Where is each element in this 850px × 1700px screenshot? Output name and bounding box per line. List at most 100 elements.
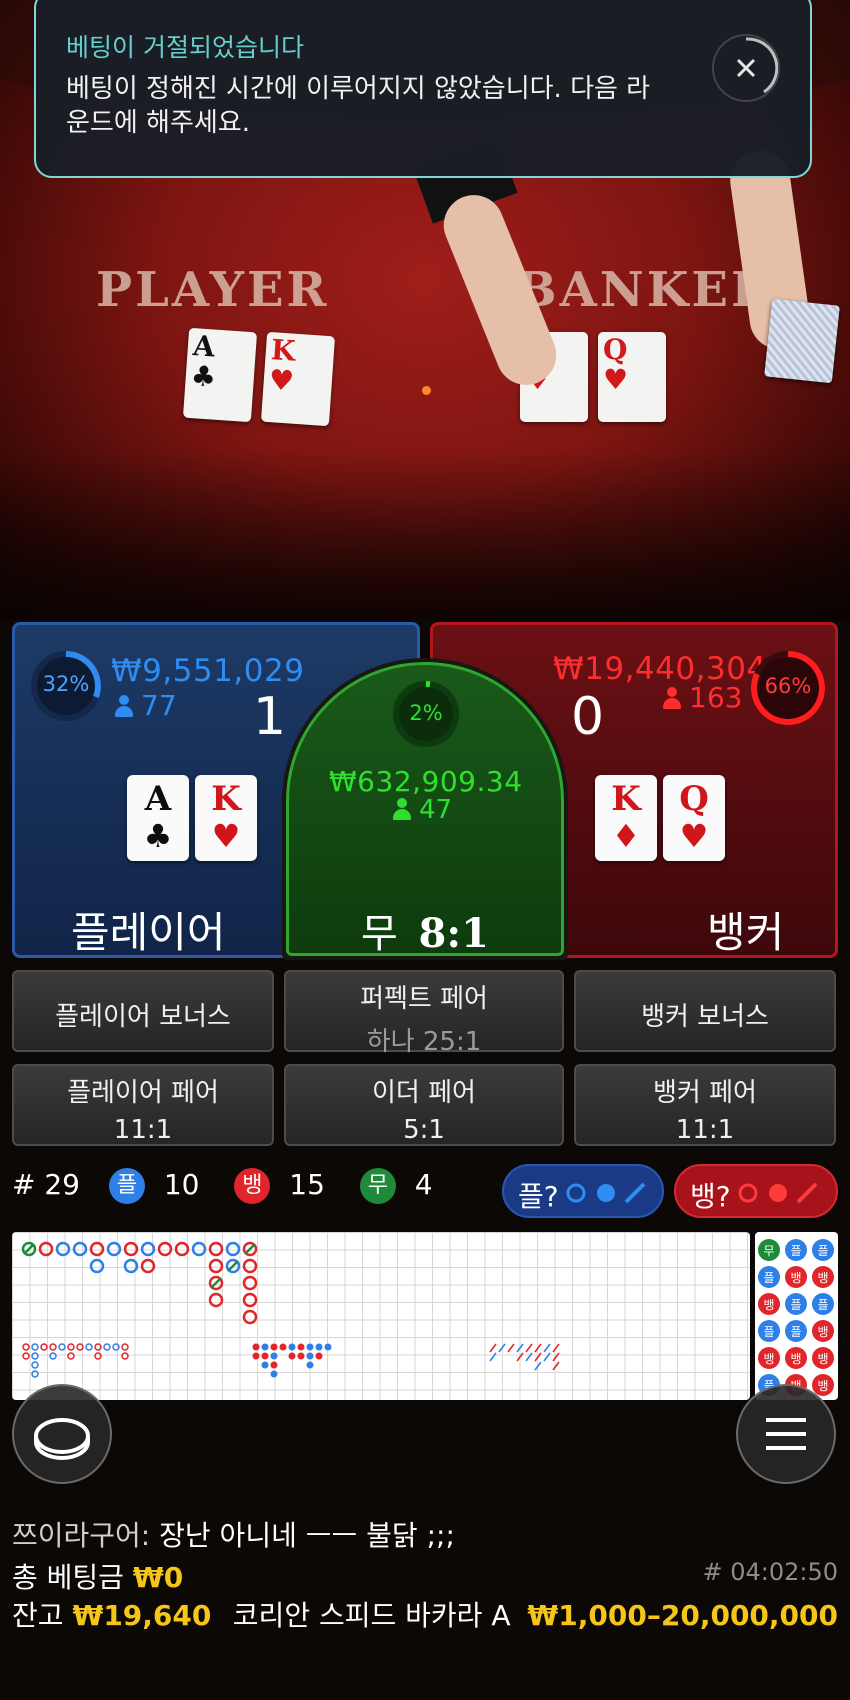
- bead-label: 플: [763, 1325, 774, 1339]
- table-card-banker-2: Q ♥: [598, 332, 666, 422]
- banker-count-badge: 뱅: [234, 1168, 271, 1204]
- bet-rejected-toast: 베팅이 거절되었습니다 베팅이 정해진 시간에 이루어지지 않았습니다. 다음 …: [34, 0, 812, 178]
- player-pair-odds: 11:1: [113, 1115, 173, 1145]
- player-score: 1: [253, 687, 287, 747]
- player-bonus-label: 플레이어 보너스: [55, 1002, 231, 1032]
- hamburger-menu-icon: [766, 1418, 806, 1450]
- player-pair-button[interactable]: 플레이어 페어 11:1: [12, 1064, 274, 1146]
- bead-label: 뱅: [817, 1271, 828, 1285]
- total-bet: 총 베팅금 ₩0: [12, 1556, 183, 1596]
- table-card-player-1: A ♣: [182, 327, 258, 423]
- person-icon: [393, 798, 411, 820]
- close-icon: [736, 37, 778, 94]
- bead-road-marks: 무플플플뱅뱅뱅플플플플뱅뱅뱅뱅플뱅뱅: [758, 1239, 834, 1396]
- predict-banker-button[interactable]: 뱅?: [674, 1164, 838, 1218]
- tie-label-group: 무 8:1: [289, 901, 561, 959]
- chat-user: 쯔이라구어:: [12, 1519, 151, 1552]
- total-bet-label: 총 베팅금: [12, 1561, 124, 1594]
- player-card-1: A ♣: [127, 775, 189, 861]
- bead-label: 뱅: [763, 1298, 774, 1312]
- either-pair-label: 이더 페어: [372, 1078, 476, 1108]
- bead-road-scoreboard[interactable]: 무플플플뱅뱅뱅플플플플뱅뱅뱅뱅플뱅뱅: [755, 1232, 838, 1400]
- banker-percent-ring: 66%: [749, 649, 827, 727]
- banker-bonus-label: 뱅커 보너스: [641, 1002, 769, 1032]
- player-bettor-count: 77: [115, 689, 177, 722]
- banker-bonus-button[interactable]: 뱅커 보너스: [574, 970, 836, 1052]
- player-bonus-button[interactable]: 플레이어 보너스: [12, 970, 274, 1052]
- tie-bet-spot[interactable]: 2% ₩632,909.34 47 무 8:1: [282, 658, 568, 960]
- banker-win-count: 15: [289, 1168, 325, 1201]
- chat-message: 쯔이라구어: 장난 아니네 ㅡㅡ 불닭 ;;;: [12, 1514, 455, 1554]
- player-count-badge: 플: [108, 1168, 145, 1204]
- player-percent-ring: 32%: [29, 649, 103, 723]
- player-card-2: K ♥: [195, 775, 257, 861]
- tie-label: 무: [361, 911, 398, 957]
- road-marks: [21, 1241, 560, 1378]
- tie-percent: 2%: [409, 701, 443, 725]
- total-bet-value: ₩0: [132, 1561, 184, 1594]
- balance-value: ₩19,640: [72, 1599, 212, 1632]
- tie-count-badge: 무: [359, 1168, 396, 1204]
- banker-label: 뱅커: [707, 908, 785, 957]
- toast-title: 베팅이 거절되었습니다: [66, 33, 304, 62]
- toast-close-button[interactable]: [712, 34, 780, 102]
- banker-score: 0: [571, 687, 605, 747]
- bead-label: 플: [817, 1298, 828, 1312]
- player-win-count: 10: [163, 1168, 200, 1201]
- banker-card-2: Q ♥: [663, 775, 725, 861]
- balance: 잔고 ₩19,640: [12, 1594, 211, 1634]
- perfect-pair-odds: 하나 25:1: [366, 1027, 482, 1057]
- toast-message: 베팅이 정해진 시간에 이루어지지 않았습니다. 다음 라운드에 해주세요.: [66, 74, 651, 138]
- banker-percent: 66%: [764, 674, 812, 698]
- predict-player-button[interactable]: 플?: [502, 1164, 664, 1218]
- either-pair-button[interactable]: 이더 페어 5:1: [284, 1064, 564, 1146]
- player-pair-label: 플레이어 페어: [67, 1078, 219, 1108]
- bead-label: 뱅: [790, 1271, 801, 1285]
- bead-label: 플: [790, 1325, 801, 1339]
- player-total-amount: ₩9,551,029: [111, 653, 305, 689]
- tie-area: 2% ₩632,909.34 47 무 8:1: [286, 662, 564, 959]
- tie-payout: 8:1: [418, 910, 489, 957]
- video-shade: [0, 450, 850, 620]
- chip-icon: [34, 1418, 90, 1460]
- perfect-pair-label: 퍼펙트 페어: [360, 984, 488, 1014]
- round-number: # 29: [12, 1168, 80, 1201]
- predict-player-label: 플?: [518, 1180, 559, 1213]
- banker-card-1: K ♦: [595, 775, 657, 861]
- bead-label: 플: [763, 1271, 774, 1285]
- banker-pair-odds: 11:1: [675, 1115, 735, 1145]
- tie-total-amount: ₩632,909.34: [329, 765, 523, 798]
- tie-bettor-count: 47: [393, 795, 452, 825]
- round-stats: # 29 플 10 뱅 15 무 4: [12, 1168, 433, 1204]
- bet-limits: ₩1,000–20,000,000: [527, 1599, 838, 1632]
- banker-pair-button[interactable]: 뱅커 페어 11:1: [574, 1064, 836, 1146]
- bead-label: 뱅: [790, 1352, 801, 1366]
- bead-label: 뱅: [817, 1325, 828, 1339]
- perfect-pair-button[interactable]: 퍼펙트 페어 하나 25:1: [284, 970, 564, 1057]
- bead-label: 플: [817, 1244, 828, 1258]
- chip-stack-button[interactable]: [12, 1384, 112, 1484]
- tie-percent-ring: 2%: [391, 679, 461, 749]
- predict-banker-icons: [738, 1182, 818, 1204]
- person-icon: [663, 687, 681, 709]
- bead-label: 무: [763, 1244, 774, 1258]
- player-percent: 32%: [42, 672, 90, 696]
- banker-bettor-count: 163: [663, 681, 742, 714]
- player-label: 플레이어: [71, 908, 226, 957]
- table-card-player-2: K ♥: [260, 331, 336, 427]
- bead-label: 뱅: [763, 1352, 774, 1366]
- bead-label: 플: [790, 1298, 801, 1312]
- bead-label: 플: [790, 1244, 801, 1258]
- chat-text: 장난 아니네 ㅡㅡ 불닭 ;;;: [159, 1519, 455, 1552]
- felt-banker-label: BANKER: [516, 262, 774, 318]
- shoe-card: [764, 298, 840, 384]
- predict-banker-label: 뱅?: [690, 1180, 731, 1213]
- felt-player-label: PLAYER: [96, 262, 330, 318]
- big-road-scoreboard[interactable]: [12, 1232, 750, 1400]
- balance-label: 잔고: [12, 1599, 64, 1632]
- table-marker: [422, 386, 431, 395]
- table-name: 코리안 스피드 바카라 A: [232, 1599, 511, 1632]
- bead-label: 뱅: [817, 1352, 828, 1366]
- menu-button[interactable]: [736, 1384, 836, 1484]
- game-id: # 04:02:50: [702, 1558, 838, 1586]
